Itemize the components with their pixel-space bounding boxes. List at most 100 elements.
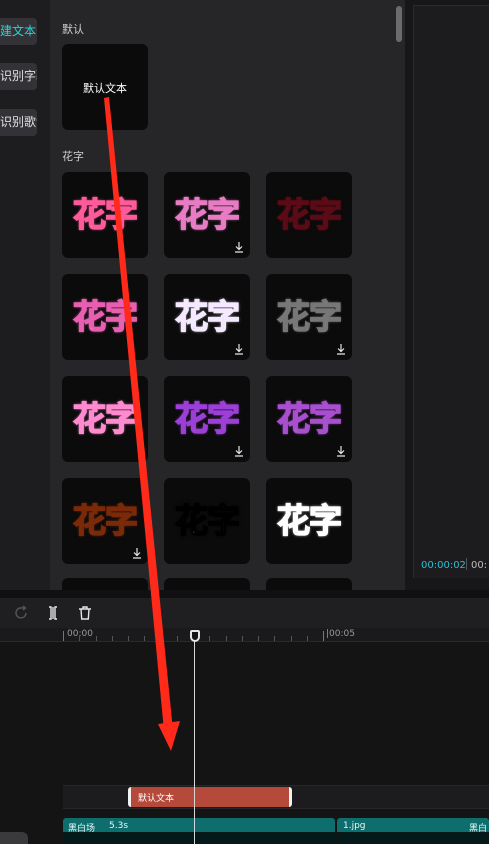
huazi-char: 字 (308, 194, 343, 235)
huazi-tile[interactable]: 花字 (164, 376, 250, 462)
huazi-preview-text: 花字 (164, 394, 250, 444)
huazi-tile[interactable]: 花字 (266, 172, 352, 258)
huazi-preview-text: 花字 (62, 292, 148, 342)
panel-scrollbar[interactable] (396, 6, 402, 42)
preview-canvas[interactable] (413, 6, 489, 578)
huazi-char: 花 (174, 398, 209, 439)
ruler-tick (209, 636, 211, 641)
download-icon[interactable] (336, 344, 346, 355)
category-new-text[interactable]: 建文本 (0, 18, 37, 45)
huazi-preview-text: 花字 (266, 190, 352, 240)
huazi-tile[interactable]: 花字 (164, 274, 250, 360)
ruler-tick (258, 636, 259, 641)
timeline-ruler[interactable]: 00:00 |00:05 (0, 628, 489, 642)
huazi-tile[interactable]: 花字 (62, 376, 148, 462)
huazi-char: 花 (174, 500, 209, 541)
ruler-tick (95, 636, 97, 641)
video-clip-thumbnail-strip (63, 832, 335, 844)
timeline-area[interactable] (0, 642, 489, 844)
current-time: 00:00:02 (421, 560, 466, 571)
huazi-tile[interactable]: 花字 (164, 478, 250, 564)
video-clip-label-next: 黑白 (469, 824, 488, 834)
ruler-tick (160, 636, 162, 641)
download-icon[interactable] (234, 344, 244, 355)
huazi-tile-partial[interactable] (164, 578, 250, 590)
category-strip: 建文本 识别字幕 识别歌词 (0, 0, 50, 590)
huazi-char: 字 (206, 296, 241, 337)
text-clip-label: 默认文本 (138, 794, 175, 804)
ruler-tick (274, 636, 276, 641)
redo-icon[interactable] (14, 605, 30, 621)
huazi-char: 花 (174, 194, 209, 235)
ruler-tick (63, 631, 64, 641)
huazi-preview-text: 花字 (62, 496, 148, 546)
category-subtitle-recognition[interactable]: 识别字幕 (0, 63, 37, 90)
huazi-tile[interactable]: 花字 (266, 274, 352, 360)
split-icon[interactable] (45, 605, 61, 621)
huazi-char: 字 (308, 500, 343, 541)
ruler-tick (79, 636, 81, 641)
huazi-preview-text: 花字 (62, 394, 148, 444)
huazi-char: 花 (72, 194, 107, 235)
download-icon[interactable] (234, 242, 244, 253)
huazi-char: 字 (104, 398, 139, 439)
huazi-char: 字 (308, 296, 343, 337)
huazi-tile[interactable]: 花字 (62, 172, 148, 258)
default-text-preview: 默认文本 (83, 82, 127, 95)
timeline-toolbar (0, 598, 489, 628)
huazi-tile[interactable]: 花字 (266, 376, 352, 462)
huazi-char: 字 (206, 194, 241, 235)
ruler-tick (290, 636, 292, 641)
ruler-tick (323, 631, 324, 641)
track-control-button[interactable] (0, 832, 28, 844)
category-lyrics-recognition[interactable]: 识别歌词 (0, 109, 37, 136)
huazi-preview-text: 花字 (62, 190, 148, 240)
huazi-tile[interactable]: 花字 (62, 478, 148, 564)
text-clip[interactable]: 默认文本 (128, 787, 292, 807)
text-style-panel: 默认 默认文本 花字 花字 花字 花字 花字 花字 花字 花字 花字 花字 花字 花字 花字 (50, 0, 405, 590)
huazi-preview-text: 花字 (164, 292, 250, 342)
section-default-label: 默认 (62, 23, 84, 36)
huazi-char: 字 (206, 398, 241, 439)
huazi-char: 花 (276, 500, 311, 541)
huazi-tile-partial[interactable] (266, 578, 352, 590)
delete-icon[interactable] (77, 605, 93, 621)
huazi-tile[interactable]: 花字 (266, 478, 352, 564)
time-separator (466, 558, 467, 570)
huazi-char: 字 (206, 500, 241, 541)
huazi-char: 花 (72, 296, 107, 337)
huazi-preview-text: 花字 (266, 292, 352, 342)
video-clip-label: 黑白场 (68, 824, 96, 834)
video-clip-1jpg[interactable]: 1.jpg 黑白 (337, 818, 489, 844)
huazi-char: 花 (276, 296, 311, 337)
download-icon[interactable] (234, 446, 244, 457)
huazi-preview-text: 花字 (164, 496, 250, 546)
ruler-mark-5: |00:05 (326, 629, 355, 639)
ruler-tick (144, 636, 146, 641)
video-clip-thumbnail-strip (337, 832, 489, 844)
huazi-tile[interactable]: 花字 (164, 172, 250, 258)
ruler-tick (241, 636, 243, 641)
huazi-preview-text: 花字 (266, 394, 352, 444)
huazi-char: 花 (72, 500, 107, 541)
video-clip-label: 1.jpg (343, 821, 366, 831)
huazi-tile-partial[interactable] (62, 578, 148, 590)
playhead-handle[interactable] (190, 630, 200, 642)
huazi-char: 字 (104, 296, 139, 337)
download-icon[interactable] (132, 548, 142, 559)
ruler-tick (128, 636, 129, 641)
huazi-tile[interactable]: 花字 (62, 274, 148, 360)
playhead-line (194, 636, 195, 844)
ruler-tick (306, 636, 308, 641)
huazi-char: 字 (308, 398, 343, 439)
download-icon[interactable] (336, 446, 346, 457)
ruler-tick (225, 636, 227, 641)
video-clip-duration: 5.3s (109, 821, 129, 831)
huazi-char: 花 (276, 398, 311, 439)
video-clip-black-white[interactable]: 黑白场 5.3s (63, 818, 335, 844)
huazi-preview-text: 花字 (164, 190, 250, 240)
panel-divider[interactable] (0, 590, 489, 598)
default-text-tile[interactable]: 默认文本 (62, 44, 148, 130)
preview-pane (405, 0, 489, 590)
huazi-char: 花 (276, 194, 311, 235)
